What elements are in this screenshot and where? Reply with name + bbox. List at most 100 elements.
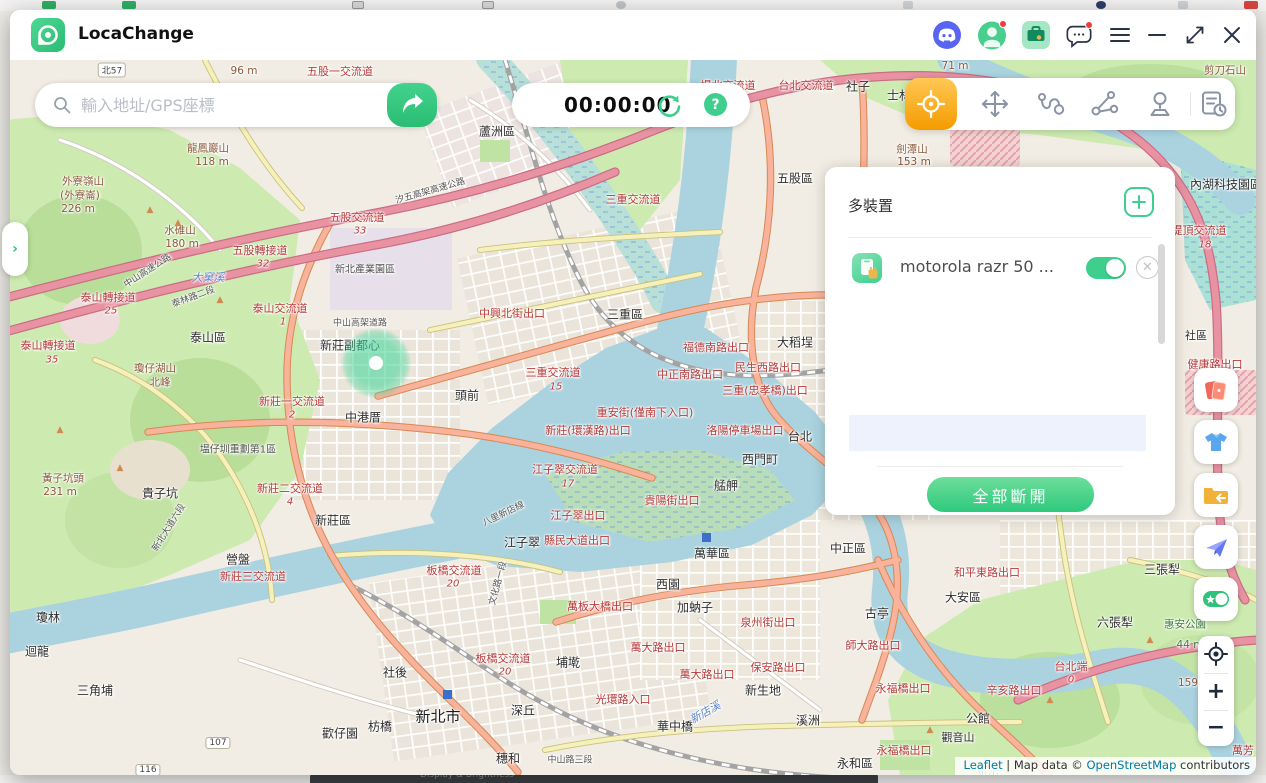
map-label: 社區 [1185, 327, 1207, 343]
map-label: 大安區 [945, 589, 981, 606]
locate-button[interactable] [1198, 636, 1234, 672]
map-label: 加蚋子 [677, 599, 713, 616]
timer-bar: 00:00:00 ? [512, 83, 750, 127]
two-spot-route-icon [1035, 89, 1065, 119]
maximize-icon[interactable] [1181, 21, 1209, 49]
map-label: 艋舺 [714, 477, 738, 494]
map-label: 溪洲 [796, 712, 820, 729]
map-label: 文化路一段 [485, 560, 509, 607]
search-input[interactable] [79, 95, 359, 116]
current-location-marker[interactable] [341, 328, 411, 398]
background-app-icon [42, 1, 56, 9]
map-label: 外寮嶺山 [62, 174, 104, 189]
teleport-mode-button[interactable] [905, 78, 957, 130]
feedback-chat-icon[interactable] [1065, 21, 1093, 49]
map-label: 板橋交流道 [427, 562, 482, 578]
map-label: ▲ [1047, 695, 1054, 705]
map-label: 33 [354, 226, 367, 237]
multi-spot-mode-button[interactable] [1079, 78, 1131, 130]
background-app-icon [482, 1, 494, 9]
two-spot-mode-button[interactable] [1024, 78, 1076, 130]
device-row[interactable]: motorola razr 50 ... ✕ [839, 245, 1161, 291]
map-label: 三重(忠孝橋)出口 [722, 382, 808, 398]
notification-dot [999, 20, 1007, 28]
map-label: 15 [550, 382, 563, 393]
map-label: 北峰 [150, 375, 171, 390]
map-controls: + − [1198, 636, 1234, 746]
map-label: 118 m [195, 156, 229, 168]
app-logo [31, 18, 65, 52]
joystick-mode-button[interactable] [1134, 78, 1186, 130]
multi-device-panel: 多裝置 motorola razr 50 ... ✕ 全部斷開 [825, 167, 1175, 515]
timer-reset-button[interactable] [656, 92, 682, 118]
map-label: 萬板大橋出口 [567, 598, 633, 614]
map-label: 萬大路出口 [631, 639, 686, 655]
openstreetmap-link[interactable]: OpenStreetMap [1086, 758, 1176, 772]
history-records-button[interactable] [1192, 78, 1235, 130]
map-label: 35 [46, 355, 59, 366]
map-label: ▲ [1147, 635, 1154, 645]
map-label: 永和區 [837, 755, 873, 772]
multi-direction-mode-button[interactable] [969, 78, 1021, 130]
map-label: 18 [1199, 240, 1212, 251]
teleport-go-button[interactable] [387, 83, 437, 127]
discord-icon[interactable] [933, 21, 961, 49]
disconnect-all-button[interactable]: 全部斷開 [927, 477, 1094, 512]
panel-scrollbar[interactable] [1158, 244, 1165, 344]
share-plane-shortcut[interactable] [1194, 525, 1238, 569]
map-label: 2 [289, 410, 295, 421]
map-label: 泰山區 [190, 329, 226, 346]
map-label: 159 [1178, 677, 1198, 689]
menu-icon[interactable] [1106, 21, 1134, 49]
toolbox-icon[interactable] [1022, 21, 1050, 49]
app-title: LocaChange [78, 24, 194, 44]
chevron-right-icon: › [12, 241, 18, 257]
map-label: 縣民大道出口 [544, 532, 610, 548]
account-avatar[interactable] [978, 21, 1006, 49]
map-label: 龍鳳巖山 [187, 141, 229, 156]
toggle-knob [1106, 259, 1124, 277]
map-label: 永福橋出口 [876, 680, 931, 696]
device-connect-toggle[interactable] [1086, 257, 1126, 279]
zoom-out-button[interactable]: − [1198, 709, 1234, 745]
map-label: 頭前 [455, 387, 479, 404]
tshirt-skins-shortcut[interactable] [1194, 420, 1238, 464]
move-arrows-icon [980, 89, 1010, 119]
map-label: 西園 [656, 576, 680, 593]
add-device-button[interactable] [1124, 187, 1154, 217]
map-label: 大窠溪 [192, 269, 225, 285]
panel-divider [848, 237, 1152, 238]
map-label: 歡仔園 [322, 725, 358, 742]
map-label: 台北交流道 [779, 77, 834, 93]
game-cards-shortcut[interactable] [1194, 368, 1238, 412]
feature-toggle-shortcut[interactable] [1194, 577, 1238, 621]
map-label: 堤頂交流道 [1172, 222, 1227, 238]
map-label: 萬華區 [694, 545, 730, 562]
expand-sidebar-tab[interactable]: › [2, 222, 28, 276]
app-window: 士林區社子蘆洲區五股區三重區泰山區新莊副都心頭前中港厝新北產業園區大稻埕台北西門… [10, 10, 1256, 775]
map-label: ▲ [57, 425, 64, 435]
map-label: 營盤 [226, 551, 250, 568]
leaflet-link[interactable]: Leaflet [963, 758, 1002, 772]
map-label: 96 m [231, 65, 258, 77]
device-name: motorola razr 50 ... [900, 257, 1080, 276]
help-button[interactable]: ? [704, 93, 727, 116]
map-label: 五股交流道 [330, 209, 385, 225]
map-label: 民生西路出口 [735, 359, 801, 375]
minimize-icon[interactable] [1143, 21, 1171, 49]
map-label: 32 [257, 259, 270, 270]
zoom-in-button[interactable]: + [1198, 673, 1234, 709]
map-label: 231 m [43, 486, 77, 498]
map-label: 新莊三交流道 [220, 568, 286, 584]
map-label: 三角埔 [77, 682, 113, 699]
map-label: 107 [205, 737, 230, 749]
close-icon[interactable] [1218, 21, 1246, 49]
map-label: 中興北街出口 [479, 305, 545, 321]
map-label: ▲ [147, 205, 154, 215]
toolbar-divider [1190, 92, 1191, 116]
teleport-arrow-icon [400, 93, 424, 117]
import-folder-shortcut[interactable] [1194, 473, 1238, 517]
folder-icon [1201, 480, 1231, 510]
notification-dot [1085, 21, 1093, 29]
remove-device-button[interactable]: ✕ [1136, 256, 1159, 279]
